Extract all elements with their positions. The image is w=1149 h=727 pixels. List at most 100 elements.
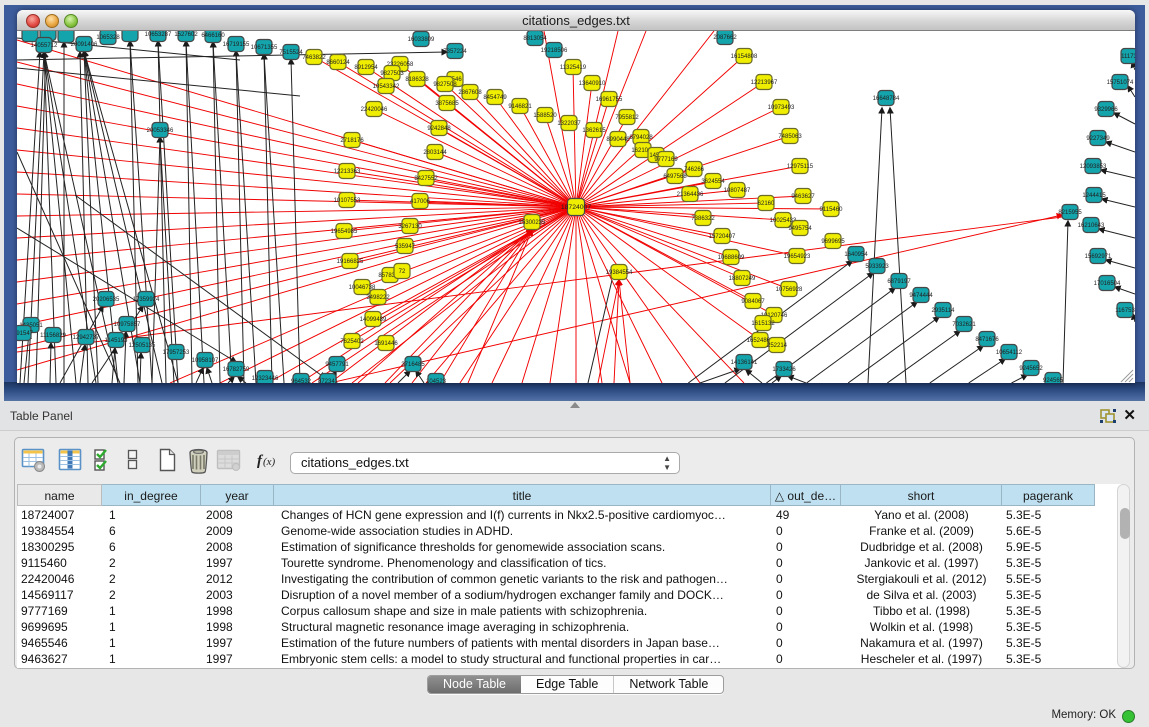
svg-text:9463627: 9463627 bbox=[791, 194, 815, 200]
svg-text:3624554: 3624554 bbox=[701, 179, 725, 185]
svg-text:(x): (x) bbox=[263, 456, 276, 468]
svg-text:16210643: 16210643 bbox=[1078, 223, 1105, 229]
svg-text:2803144: 2803144 bbox=[423, 150, 447, 156]
svg-text:15751074: 15751074 bbox=[1107, 80, 1134, 86]
svg-text:3498222: 3498222 bbox=[366, 295, 390, 301]
svg-text:17359924: 17359924 bbox=[133, 297, 160, 303]
svg-text:16033809: 16033809 bbox=[408, 37, 435, 43]
svg-text:1615132: 1615132 bbox=[751, 321, 775, 327]
svg-text:1733426: 1733426 bbox=[772, 367, 796, 373]
svg-text:6466160: 6466160 bbox=[201, 33, 225, 39]
svg-text:22420046: 22420046 bbox=[361, 107, 388, 113]
svg-text:10107553: 10107553 bbox=[334, 198, 361, 204]
svg-text:9084067: 9084067 bbox=[741, 299, 765, 305]
svg-text:417006: 417006 bbox=[410, 199, 431, 205]
svg-text:8454749: 8454749 bbox=[483, 95, 507, 101]
svg-text:16719155: 16719155 bbox=[223, 42, 250, 48]
svg-text:15692971: 15692971 bbox=[1085, 254, 1112, 260]
svg-text:1244415: 1244415 bbox=[1082, 193, 1106, 199]
svg-text:9699695: 9699695 bbox=[821, 239, 845, 245]
svg-text:10756928: 10756928 bbox=[776, 287, 803, 293]
svg-text:1145193: 1145193 bbox=[105, 338, 129, 344]
svg-text:10671355: 10671355 bbox=[251, 45, 278, 51]
svg-text:6497568: 6497568 bbox=[663, 174, 687, 180]
svg-text:12213967: 12213967 bbox=[751, 80, 778, 86]
svg-text:8186328: 8186328 bbox=[405, 77, 429, 83]
svg-text:9777169: 9777169 bbox=[654, 157, 678, 163]
svg-text:3716485: 3716485 bbox=[401, 362, 425, 368]
svg-text:14055712: 14055712 bbox=[31, 43, 58, 49]
svg-text:12975115: 12975115 bbox=[787, 164, 814, 170]
svg-text:12093853: 12093853 bbox=[1080, 164, 1107, 170]
svg-text:3875685: 3875685 bbox=[435, 101, 459, 107]
svg-text:9146821: 9146821 bbox=[508, 104, 532, 110]
svg-text:9242848: 9242848 bbox=[427, 126, 451, 132]
svg-text:20053346: 20053346 bbox=[147, 128, 174, 134]
svg-text:1322037: 1322037 bbox=[557, 121, 581, 127]
svg-text:9115460: 9115460 bbox=[820, 207, 844, 213]
svg-text:746266: 746266 bbox=[684, 167, 705, 173]
svg-text:17016504: 17016504 bbox=[1094, 281, 1121, 287]
svg-text:19218506: 19218506 bbox=[541, 48, 568, 54]
svg-text:14136141: 14136141 bbox=[731, 360, 758, 366]
svg-text:9329966: 9329966 bbox=[1094, 107, 1118, 113]
svg-text:16782759: 16782759 bbox=[223, 367, 250, 373]
svg-text:2087662: 2087662 bbox=[713, 35, 737, 41]
svg-text:9245652: 9245652 bbox=[1019, 366, 1043, 372]
svg-text:12323446: 12323446 bbox=[252, 376, 279, 382]
svg-text:1065328: 1065328 bbox=[96, 35, 120, 41]
svg-text:12213363: 12213363 bbox=[334, 169, 361, 175]
svg-text:7032621: 7032621 bbox=[952, 322, 976, 328]
svg-text:1362615: 1362615 bbox=[582, 128, 606, 134]
svg-text:13640910: 13640910 bbox=[579, 81, 606, 87]
svg-text:252214: 252214 bbox=[767, 343, 788, 349]
svg-text:5933923: 5933923 bbox=[865, 264, 889, 270]
svg-text:7625402: 7625402 bbox=[340, 339, 364, 345]
svg-text:16961755: 16961755 bbox=[596, 97, 623, 103]
svg-text:8912954: 8912954 bbox=[354, 65, 378, 71]
svg-text:8990448: 8990448 bbox=[606, 137, 630, 143]
svg-text:8813054: 8813054 bbox=[523, 36, 547, 42]
svg-text:15720407: 15720407 bbox=[709, 234, 736, 240]
svg-text:2718176: 2718176 bbox=[340, 138, 364, 144]
svg-text:9827503: 9827503 bbox=[380, 71, 404, 77]
svg-text:10973493: 10973493 bbox=[768, 105, 795, 111]
svg-text:924565: 924565 bbox=[1043, 378, 1064, 383]
svg-text:21364436: 21364436 bbox=[677, 192, 704, 198]
svg-text:6879197: 6879197 bbox=[887, 279, 911, 285]
svg-text:14099489: 14099489 bbox=[360, 317, 387, 323]
svg-text:2867608: 2867608 bbox=[458, 90, 482, 96]
svg-text:20091406: 20091406 bbox=[71, 42, 98, 48]
svg-text:391547: 391547 bbox=[17, 331, 34, 337]
svg-text:7485063: 7485063 bbox=[778, 134, 802, 140]
svg-text:16154808: 16154808 bbox=[731, 54, 758, 60]
svg-text:7463822: 7463822 bbox=[302, 55, 326, 61]
svg-text:18724007: 18724007 bbox=[561, 204, 591, 211]
svg-text:104523: 104523 bbox=[426, 379, 447, 383]
svg-text:8427552: 8427552 bbox=[414, 176, 438, 182]
svg-text:10958107: 10958107 bbox=[192, 358, 219, 364]
svg-text:10653287: 10653287 bbox=[145, 32, 172, 38]
svg-text:18807249: 18807249 bbox=[729, 276, 756, 282]
svg-text:9457791: 9457791 bbox=[325, 362, 349, 368]
svg-text:10654112: 10654112 bbox=[996, 350, 1023, 356]
svg-text:19166825: 19166825 bbox=[337, 259, 364, 265]
svg-text:72: 72 bbox=[399, 269, 406, 275]
svg-text:12942737: 12942737 bbox=[73, 335, 100, 341]
svg-text:7386322: 7386322 bbox=[691, 216, 715, 222]
svg-text:12505135: 12505135 bbox=[129, 343, 156, 349]
svg-text:8660124: 8660124 bbox=[326, 60, 350, 66]
svg-text:1691446: 1691446 bbox=[374, 341, 398, 347]
svg-text:11173: 11173 bbox=[1121, 54, 1135, 60]
svg-text:7357224: 7357224 bbox=[443, 49, 467, 55]
svg-text:9474444: 9474444 bbox=[909, 293, 933, 299]
svg-text:19384554: 19384554 bbox=[606, 270, 633, 276]
svg-text:9827508: 9827508 bbox=[433, 82, 457, 88]
svg-text:62160: 62160 bbox=[758, 201, 775, 207]
svg-text:10688609: 10688609 bbox=[718, 255, 745, 261]
svg-text:10975857: 10975857 bbox=[114, 322, 141, 328]
svg-text:7955812: 7955812 bbox=[615, 115, 639, 121]
svg-text:8471676: 8471676 bbox=[975, 337, 999, 343]
svg-text:2935114: 2935114 bbox=[932, 308, 956, 314]
svg-text:9227349: 9227349 bbox=[1086, 136, 1110, 142]
